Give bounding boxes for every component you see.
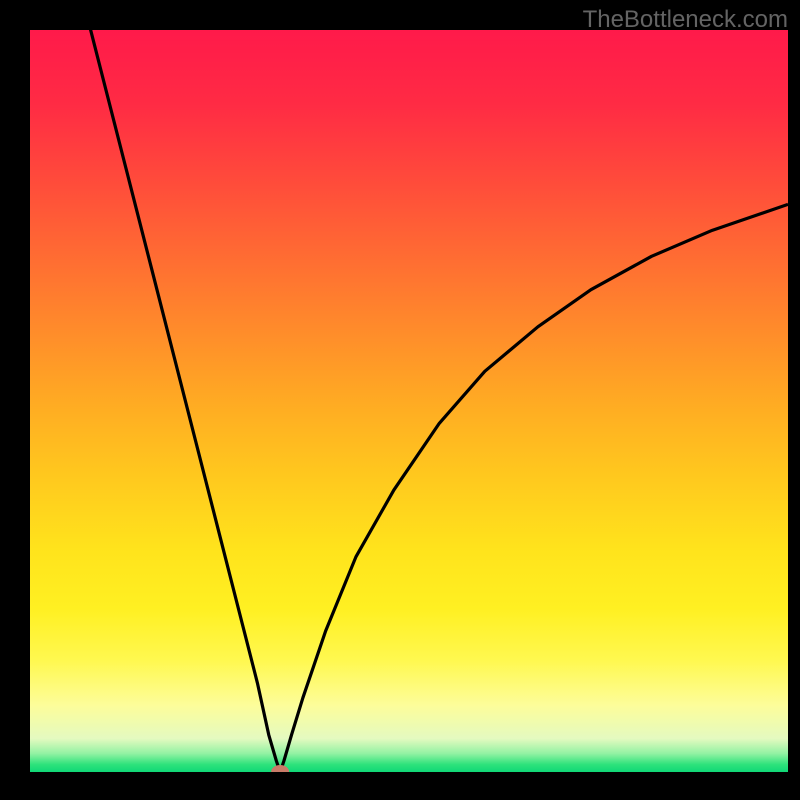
watermark-text: TheBottleneck.com [583, 6, 788, 34]
chart-container: TheBottleneck.com [0, 0, 800, 800]
gradient-background [30, 30, 788, 772]
optimum-marker [271, 765, 289, 779]
bottleneck-chart [0, 0, 800, 800]
